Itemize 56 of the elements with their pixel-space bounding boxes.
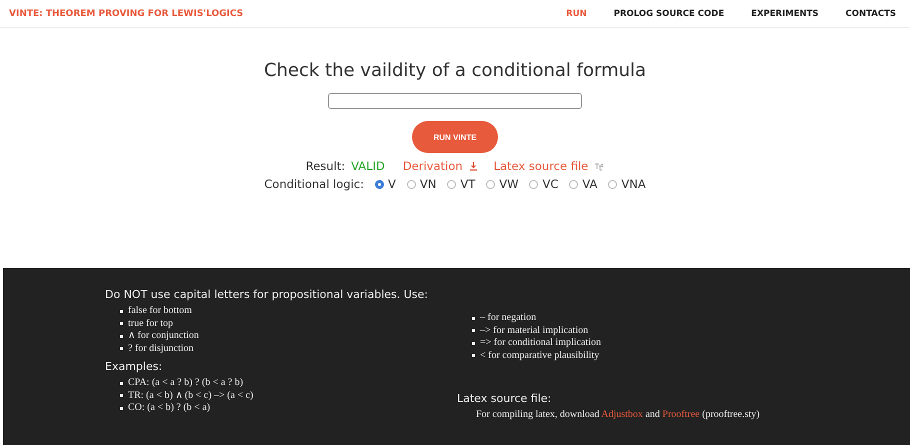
- bullet-icon: [120, 382, 123, 385]
- derivation-link[interactable]: Derivation: [402, 159, 463, 173]
- bullet-icon: [120, 347, 123, 350]
- result-label: Result:: [306, 159, 346, 173]
- list-item: false for bottom: [128, 305, 192, 318]
- list-item: CO: (a < b) ? (b < a): [128, 402, 210, 414]
- list-item: – for negation: [480, 312, 536, 324]
- list-item: –> for material implication: [480, 324, 588, 337]
- instructions-text: Do NOT use capital letters for propositional variables. Use:: [105, 288, 430, 301]
- bullet-icon: [120, 310, 123, 313]
- list-item: true for top: [128, 318, 173, 330]
- radio-label[interactable]: VT: [460, 177, 476, 191]
- radio-button[interactable]: [569, 180, 578, 188]
- nav-link[interactable]: EXPERIMENTS: [751, 8, 819, 18]
- nav-link[interactable]: CONTACTS: [846, 8, 896, 18]
- radio-label[interactable]: VA: [582, 177, 598, 191]
- section-heading: Examples:: [105, 360, 164, 373]
- tex-icon: [594, 162, 604, 170]
- run-button[interactable]: RUN VINTE: [412, 121, 498, 153]
- bullet-icon: [472, 342, 475, 345]
- download-note: For compiling latex, download Adjustbox and Prooftree (prooftree.sty): [476, 409, 761, 420]
- list-item: ? for disjunction: [128, 342, 194, 355]
- radio-button[interactable]: [374, 180, 384, 188]
- formula-input-field[interactable]: [328, 93, 582, 109]
- bullet-icon: [120, 394, 123, 398]
- bullet-icon: [472, 316, 475, 320]
- logic-label: Conditional logic:: [264, 177, 364, 191]
- latex-link[interactable]: Latex source file: [494, 159, 588, 173]
- nav-link[interactable]: RUN: [566, 8, 587, 18]
- radio-label[interactable]: VN: [420, 177, 436, 191]
- page-title: Check the vaildity of a conditional formula: [264, 60, 646, 81]
- bullet-icon: [120, 334, 123, 338]
- nav-link[interactable]: PROLOG SOURCE CODE: [614, 8, 724, 18]
- list-item: < for comparative plausibility: [480, 350, 600, 362]
- list-item: => for conditional implication: [480, 337, 601, 350]
- bullet-icon: [472, 329, 475, 332]
- bullet-icon: [120, 322, 123, 326]
- radio-label[interactable]: VW: [499, 177, 518, 191]
- site-title[interactable]: VINTE: THEOREM PROVING FOR LEWIS'LOGICS: [9, 8, 244, 18]
- radio-label[interactable]: V: [388, 177, 396, 191]
- download-link[interactable]: Adjustbox: [601, 409, 643, 420]
- bullet-icon: [472, 354, 475, 358]
- radio-button[interactable]: [406, 180, 416, 188]
- radio-button[interactable]: [529, 180, 538, 188]
- list-item: CPA: (a < a ? b) ? (b < a ? b): [128, 377, 244, 390]
- radio-button[interactable]: [608, 180, 618, 188]
- section-heading: Latex source file:: [457, 392, 552, 405]
- radio-button[interactable]: [486, 180, 496, 188]
- radio-button[interactable]: [447, 180, 456, 188]
- bullet-icon: [120, 406, 123, 410]
- radio-label[interactable]: VC: [542, 177, 558, 191]
- result-value: VALID: [351, 159, 385, 173]
- radio-label[interactable]: VNA: [621, 177, 646, 191]
- download-link[interactable]: Prooftree: [662, 409, 700, 420]
- list-item: TR: (a < b) ∧ (b < c) –> (a < c): [128, 390, 254, 402]
- list-item: ∧ for conjunction: [128, 330, 199, 342]
